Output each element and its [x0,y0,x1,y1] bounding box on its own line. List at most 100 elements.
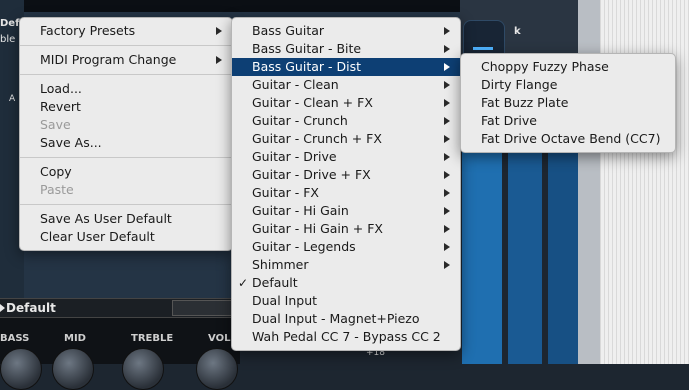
chevron-right-icon [444,243,450,251]
factory-presets-submenu: Bass Guitar Bass Guitar - Bite Bass Guit… [231,17,461,351]
menu-item-label: Fat Buzz Plate [481,95,569,110]
preset-default[interactable]: ✓ Default [232,274,460,292]
chevron-right-icon [444,81,450,89]
menu-item-label: Guitar - FX [252,185,319,200]
preset-category-guitar-fx[interactable]: Guitar - FX [232,184,460,202]
menu-item-load[interactable]: Load... [20,80,232,98]
menu-item-copy[interactable]: Copy [20,163,232,181]
menu-item-label: Save [40,117,71,132]
menu-item-clear-user-default[interactable]: Clear User Default [20,228,232,246]
menu-item-label: Fat Drive [481,113,537,128]
preset-dirty-flange[interactable]: Dirty Flange [461,76,675,94]
mid-knob[interactable] [52,348,94,390]
partial-label-k: k [514,26,521,37]
menu-item-label: Revert [40,99,81,114]
chevron-right-icon [444,117,450,125]
play-arrow-icon [0,304,5,312]
preset-category-bass-guitar-dist[interactable]: Bass Guitar - Dist [232,58,460,76]
preset-fat-drive-octave-bend[interactable]: Fat Drive Octave Bend (CC7) [461,130,675,148]
bass-knob[interactable] [0,348,42,390]
menu-separator [20,45,232,46]
vol-knob[interactable] [196,348,238,390]
menu-item-midi-program-change[interactable]: MIDI Program Change [20,51,232,69]
menu-item-label: Fat Drive Octave Bend (CC7) [481,131,661,146]
menu-item-label: Dual Input [252,293,318,308]
menu-item-label: Guitar - Crunch [252,113,348,128]
menu-item-label: Guitar - Clean [252,77,339,92]
menu-item-label: Save As... [40,135,102,150]
menu-item-label: Shimmer [252,257,309,272]
knob-label-mid: MID [64,333,86,344]
menu-item-label: Guitar - Hi Gain [252,203,349,218]
chevron-right-icon [444,189,450,197]
menu-item-label: Choppy Fuzzy Phase [481,59,609,74]
menu-separator [20,204,232,205]
menu-item-paste: Paste [20,181,232,199]
knob-label-bass: BASS [0,333,30,344]
preset-category-guitar-legends[interactable]: Guitar - Legends [232,238,460,256]
chevron-right-icon [444,63,450,71]
chevron-right-icon [444,45,450,53]
menu-item-save-as[interactable]: Save As... [20,134,232,152]
preset-category-bass-guitar-bite[interactable]: Bass Guitar - Bite [232,40,460,58]
knob-label-treble: TREBLE [131,333,174,344]
menu-item-label: Paste [40,182,74,197]
preset-dual-input[interactable]: Dual Input [232,292,460,310]
menu-item-factory-presets[interactable]: Factory Presets [20,22,232,40]
partial-label-def: Def [0,18,20,29]
preset-category-guitar-hi-gain[interactable]: Guitar - Hi Gain [232,202,460,220]
preset-category-shimmer[interactable]: Shimmer [232,256,460,274]
menu-item-save: Save [20,116,232,134]
preset-category-guitar-drive-fx[interactable]: Guitar - Drive + FX [232,166,460,184]
menu-item-label: Dirty Flange [481,77,558,92]
checkmark-icon: ✓ [238,276,249,290]
menu-item-save-as-user-default[interactable]: Save As User Default [20,210,232,228]
menu-item-label: Guitar - Drive [252,149,337,164]
menu-item-revert[interactable]: Revert [20,98,232,116]
chevron-right-icon [444,27,450,35]
preset-wah-pedal[interactable]: Wah Pedal CC 7 - Bypass CC 2 [232,328,460,346]
menu-separator [20,74,232,75]
treble-knob[interactable] [122,348,164,390]
menu-separator [20,157,232,158]
preset-category-guitar-clean-fx[interactable]: Guitar - Clean + FX [232,94,460,112]
preset-fat-drive[interactable]: Fat Drive [461,112,675,130]
menu-item-label: Bass Guitar - Dist [252,59,361,74]
menu-item-label: Wah Pedal CC 7 - Bypass CC 2 [252,329,441,344]
menu-item-label: Guitar - Legends [252,239,356,254]
menu-item-label: Guitar - Crunch + FX [252,131,382,146]
preset-category-guitar-hi-gain-fx[interactable]: Guitar - Hi Gain + FX [232,220,460,238]
chevron-right-icon [444,99,450,107]
preset-category-guitar-crunch[interactable]: Guitar - Crunch [232,112,460,130]
partial-label-a: A [9,94,16,104]
preset-name: Default [6,301,56,315]
chevron-right-icon [444,261,450,269]
preset-slider[interactable] [172,300,234,316]
chevron-right-icon [216,56,222,64]
chevron-right-icon [216,27,222,35]
menu-item-label: Bass Guitar [252,23,325,38]
chevron-right-icon [444,207,450,215]
menu-item-label: Dual Input - Magnet+Piezo [252,311,420,326]
chevron-right-icon [444,225,450,233]
plugin-context-menu: Factory Presets MIDI Program Change Load… [19,17,233,251]
chevron-right-icon [444,135,450,143]
menu-item-label: Guitar - Drive + FX [252,167,371,182]
chevron-right-icon [444,171,450,179]
menu-item-label: Save As User Default [40,211,172,226]
preset-category-guitar-crunch-fx[interactable]: Guitar - Crunch + FX [232,130,460,148]
preset-category-guitar-clean[interactable]: Guitar - Clean [232,76,460,94]
preset-choppy-fuzzy-phase[interactable]: Choppy Fuzzy Phase [461,58,675,76]
preset-dual-input-magnet-piezo[interactable]: Dual Input - Magnet+Piezo [232,310,460,328]
chevron-right-icon [444,153,450,161]
preset-fat-buzz-plate[interactable]: Fat Buzz Plate [461,94,675,112]
meter-column [462,150,502,364]
preset-category-guitar-drive[interactable]: Guitar - Drive [232,148,460,166]
menu-item-label: Guitar - Clean + FX [252,95,373,110]
bass-guitar-dist-submenu: Choppy Fuzzy Phase Dirty Flange Fat Buzz… [460,53,676,153]
preset-category-bass-guitar[interactable]: Bass Guitar [232,22,460,40]
menu-item-label: Guitar - Hi Gain + FX [252,221,383,236]
menu-item-label: Clear User Default [40,229,155,244]
meter-column [508,150,542,364]
menu-item-label: MIDI Program Change [40,52,177,67]
